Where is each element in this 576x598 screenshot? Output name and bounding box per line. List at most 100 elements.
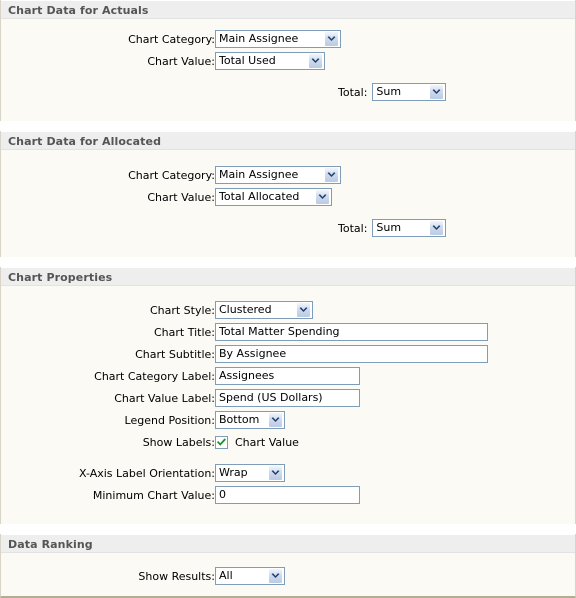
spacer [1, 587, 575, 596]
input-minimum-chart-value[interactable]: 0 [215, 486, 360, 504]
select-total-allocated-value: Sum [376, 221, 402, 234]
total-group-allocated: Total: Sum [215, 219, 575, 237]
form-chart-properties: Chart Style: Clustered Chart Title: Tota… [1, 286, 575, 524]
chevron-down-icon[interactable] [429, 84, 445, 100]
select-total-actuals[interactable]: Sum [372, 83, 447, 101]
row-total-allocated: Total: Sum [1, 217, 575, 239]
chevron-down-icon[interactable] [296, 302, 311, 318]
select-chart-category-allocated-value: Main Assignee [219, 168, 299, 181]
select-x-axis-orientation[interactable]: Wrap [215, 464, 285, 482]
row-chart-style: Chart Style: Clustered [1, 299, 575, 321]
select-total-actuals-value: Sum [376, 85, 402, 98]
section-chart-properties: Chart Properties Chart Style: Clustered [0, 267, 576, 524]
section-body-chart-data-actuals: Chart Category: Main Assignee Chart Valu… [1, 19, 575, 121]
select-chart-value-actuals[interactable]: Total Used [215, 52, 325, 70]
row-show-labels: Show Labels: Chart Value [1, 431, 575, 453]
checkbox-chart-value[interactable] [215, 435, 228, 449]
label-show-labels: Show Labels: [142, 435, 215, 449]
chevron-down-icon[interactable] [268, 465, 283, 481]
section-body-chart-properties: Chart Style: Clustered Chart Title: Tota… [1, 286, 575, 524]
field-chart-title: Total Matter Spending [215, 321, 575, 343]
label-total-spacer [1, 217, 215, 239]
section-gap [0, 257, 576, 267]
section-header-chart-data-allocated: Chart Data for Allocated [1, 131, 575, 150]
section-header-chart-data-actuals: Chart Data for Actuals [1, 0, 575, 19]
chevron-down-icon[interactable] [324, 167, 339, 183]
field-show-labels: Chart Value [215, 431, 575, 453]
spacer [1, 286, 575, 299]
input-chart-subtitle[interactable]: By Assignee [215, 345, 488, 363]
label-chart-value: Chart Value: [147, 190, 215, 204]
select-chart-value-actuals-value: Total Used [219, 54, 276, 67]
select-chart-category-actuals[interactable]: Main Assignee [215, 30, 341, 48]
row-chart-subtitle: Chart Subtitle: By Assignee [1, 343, 575, 365]
checkbox-label-chart-value: Chart Value [235, 435, 299, 449]
section-chart-data-allocated: Chart Data for Allocated Chart Category:… [0, 131, 576, 257]
select-chart-value-allocated[interactable]: Total Allocated [215, 188, 332, 206]
row-total-actuals: Total: Sum [1, 81, 575, 103]
chevron-down-icon[interactable] [268, 412, 283, 428]
field-chart-category: Main Assignee [215, 164, 575, 186]
spacer [1, 72, 575, 81]
label-x-axis-orientation: X-Axis Label Orientation: [78, 466, 215, 480]
select-show-results[interactable]: All [215, 567, 285, 585]
section-chart-data-actuals: Chart Data for Actuals Chart Category: M… [0, 0, 576, 121]
field-x-axis-orientation: Wrap [215, 462, 575, 484]
row-chart-title: Chart Title: Total Matter Spending [1, 321, 575, 343]
form-chart-data-actuals: Chart Category: Main Assignee Chart Valu… [1, 19, 575, 121]
row-chart-value: Chart Value: Total Allocated [1, 186, 575, 208]
row-x-axis-orientation: X-Axis Label Orientation: Wrap [1, 462, 575, 484]
section-header-chart-properties: Chart Properties [1, 267, 575, 286]
label-chart-title: Chart Title: [153, 325, 215, 339]
section-header-data-ranking: Data Ranking [1, 534, 575, 553]
label-minimum-chart-value: Minimum Chart Value: [92, 488, 215, 502]
label-total-allocated: Total: [338, 221, 368, 235]
spacer [1, 239, 575, 257]
label-chart-category-label: Chart Category Label: [94, 369, 215, 383]
field-total-actuals: Total: Sum [215, 81, 575, 103]
row-chart-category: Chart Category: Main Assignee [1, 164, 575, 186]
spacer [1, 150, 575, 164]
label-total-spacer [1, 81, 215, 103]
select-chart-style-value: Clustered [219, 303, 272, 316]
label-legend-position: Legend Position: [124, 413, 215, 427]
chevron-down-icon[interactable] [429, 220, 445, 236]
input-chart-title[interactable]: Total Matter Spending [215, 323, 488, 341]
row-legend-position: Legend Position: Bottom [1, 409, 575, 431]
form-data-ranking: Show Results: All [1, 553, 575, 596]
label-show-results: Show Results: [138, 569, 215, 583]
input-chart-category-label[interactable]: Assignees [215, 367, 360, 385]
input-chart-value-label[interactable]: Spend (US Dollars) [215, 389, 360, 407]
label-chart-value-label: Chart Value Label: [114, 391, 215, 405]
row-chart-value-label: Chart Value Label: Spend (US Dollars) [1, 387, 575, 409]
select-legend-position[interactable]: Bottom [215, 411, 285, 429]
section-gap [0, 121, 576, 131]
select-x-axis-orientation-value: Wrap [219, 466, 248, 479]
label-chart-subtitle: Chart Subtitle: [135, 347, 215, 361]
section-gap [0, 524, 576, 534]
section-data-ranking: Data Ranking Show Results: All [0, 534, 576, 598]
spacer [1, 208, 575, 217]
row-show-results: Show Results: All [1, 565, 575, 587]
row-chart-category: Chart Category: Main Assignee [1, 28, 575, 50]
select-chart-category-allocated[interactable]: Main Assignee [215, 166, 341, 184]
chevron-down-icon[interactable] [268, 568, 283, 584]
select-chart-category-actuals-value: Main Assignee [219, 32, 299, 45]
spacer [1, 506, 575, 524]
select-chart-value-allocated-value: Total Allocated [219, 190, 300, 203]
select-show-results-value: All [219, 569, 233, 582]
chevron-down-icon[interactable] [324, 31, 339, 47]
row-chart-category-label: Chart Category Label: Assignees [1, 365, 575, 387]
field-chart-subtitle: By Assignee [215, 343, 575, 365]
field-show-results: All [215, 565, 575, 587]
row-chart-value: Chart Value: Total Used [1, 50, 575, 72]
select-total-allocated[interactable]: Sum [372, 219, 447, 237]
label-chart-style: Chart Style: [149, 303, 215, 317]
spacer [1, 19, 575, 28]
label-chart-category: Chart Category: [128, 168, 215, 182]
chevron-down-icon[interactable] [315, 189, 330, 205]
chevron-down-icon[interactable] [308, 53, 323, 69]
form-chart-data-allocated: Chart Category: Main Assignee Chart Valu… [1, 150, 575, 257]
check-icon [217, 438, 226, 446]
select-chart-style[interactable]: Clustered [215, 301, 313, 319]
